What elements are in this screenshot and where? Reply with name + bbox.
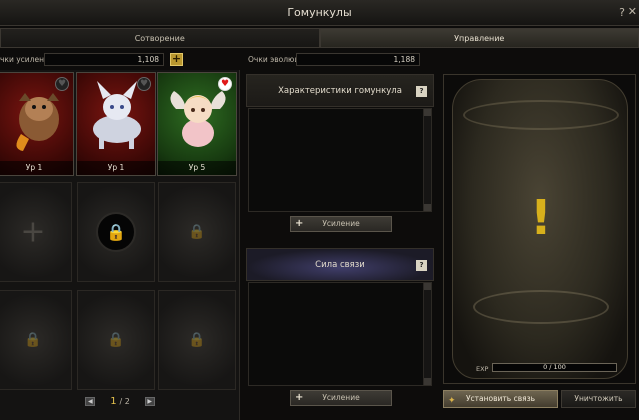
favorite-heart-icon[interactable]: ♥	[218, 77, 232, 91]
total-pages: / 2	[119, 397, 130, 406]
locked-slot[interactable]: 🔒	[77, 290, 155, 390]
locked-slot[interactable]: 🔒	[158, 182, 236, 282]
enhance-label: Усиление	[322, 219, 360, 228]
exp-label: EXP	[476, 365, 489, 373]
pet-card-3[interactable]: ♥ Ур 5	[157, 72, 237, 176]
homunculus-jar-panel: ! EXP 0 / 100 ✦ Установить связь Уничтож…	[441, 74, 639, 420]
lock-icon: 🔒	[188, 332, 206, 348]
bond-scrollbar[interactable]	[423, 283, 431, 385]
characteristics-help-icon[interactable]: ?	[416, 86, 427, 97]
prev-page-button[interactable]: ◀	[85, 397, 96, 406]
lock-icon: 🔒	[188, 224, 206, 240]
window-title: Гомункулы	[287, 6, 352, 19]
next-page-button[interactable]: ▶	[144, 397, 155, 406]
exp-value: 0 / 100	[543, 363, 566, 371]
bond-help-icon[interactable]: ?	[416, 260, 427, 271]
exclamation-icon: !	[530, 190, 552, 246]
close-icon[interactable]: ✕	[628, 5, 637, 18]
favorite-heart-icon[interactable]: ♥	[137, 77, 151, 91]
bond-header: Сила связи ?	[246, 248, 434, 281]
characteristics-title: Характеристики гомункула	[278, 86, 402, 96]
bond-enhance-button[interactable]: + Усиление	[290, 390, 392, 406]
add-slot-icon: +	[20, 214, 46, 250]
locked-slot-selected[interactable]: 🔒	[77, 182, 155, 282]
characteristics-scrollbar[interactable]	[423, 109, 431, 211]
exp-bar: 0 / 100	[492, 363, 617, 372]
enhance-points-value: 1,108	[44, 53, 164, 66]
jar-rim	[463, 100, 619, 130]
angel-doll-pet-portrait-icon	[170, 91, 226, 147]
tab-creation[interactable]: Сотворение	[0, 28, 320, 48]
link-icon: ✦	[448, 396, 456, 406]
lock-icon: 🔒	[24, 332, 42, 348]
lock-icon: 🔒	[107, 332, 125, 348]
bond-title: Сила связи	[315, 260, 365, 270]
white-wolf-pet-portrait-icon	[93, 81, 141, 149]
scroll-up-icon[interactable]	[424, 283, 431, 290]
plus-icon: +	[295, 392, 304, 403]
characteristics-header: Характеристики гомункула ?	[246, 74, 434, 107]
lock-icon: 🔒	[106, 222, 126, 242]
scroll-down-icon[interactable]	[424, 378, 431, 385]
empty-slot-add[interactable]: +	[0, 182, 72, 282]
jar-bottom	[473, 290, 609, 324]
pet-card-2[interactable]: ♥ Ур 1	[76, 72, 156, 176]
title-bar: Гомункулы ? ✕	[0, 0, 639, 26]
pet-level: Ур 1	[0, 161, 73, 175]
bond-list	[248, 282, 432, 386]
favorite-heart-icon[interactable]: ♥	[55, 77, 69, 91]
dragon-pet-portrait-icon	[16, 93, 59, 151]
glass-jar: !	[452, 79, 628, 379]
pet-grid-panel: ♥ Ур 1 ♥ Ур 1 ♥ Ур 5 + 🔒 🔒 🔒 🔒 🔒 ◀ 1 / 2…	[0, 70, 240, 420]
scroll-up-icon[interactable]	[424, 109, 431, 116]
stats-panel: Характеристики гомункула ? + Усиление Си…	[246, 74, 434, 414]
help-icon[interactable]: ?	[619, 6, 625, 19]
characteristics-enhance-button[interactable]: + Усиление	[290, 216, 392, 232]
pet-card-1[interactable]: ♥ Ур 1	[0, 72, 74, 176]
pet-level: Ур 1	[77, 161, 155, 175]
evolution-points-value: 1,188	[296, 53, 420, 66]
plus-icon: +	[295, 218, 304, 229]
locked-slot[interactable]: 🔒	[0, 290, 72, 390]
jar-frame: ! EXP 0 / 100	[443, 74, 636, 384]
establish-link-button[interactable]: ✦ Установить связь	[443, 390, 558, 408]
points-bar: чки усиления 1,108 + Очки эволюции 1,188	[0, 52, 639, 68]
tab-management[interactable]: Управление	[319, 28, 639, 48]
establish-link-label: Установить связь	[465, 394, 536, 403]
tab-bar: Сотворение Управление	[0, 28, 639, 48]
locked-slot[interactable]: 🔒	[158, 290, 236, 390]
pagination: ◀ 1 / 2 ▶	[0, 396, 240, 412]
scroll-down-icon[interactable]	[424, 204, 431, 211]
enhance-label: Усиление	[322, 393, 360, 402]
destroy-button[interactable]: Уничтожить	[561, 390, 636, 408]
pet-level: Ур 5	[158, 161, 236, 175]
add-enhance-points-button[interactable]: +	[170, 53, 183, 66]
characteristics-list	[248, 108, 432, 212]
current-page: 1	[110, 396, 117, 407]
